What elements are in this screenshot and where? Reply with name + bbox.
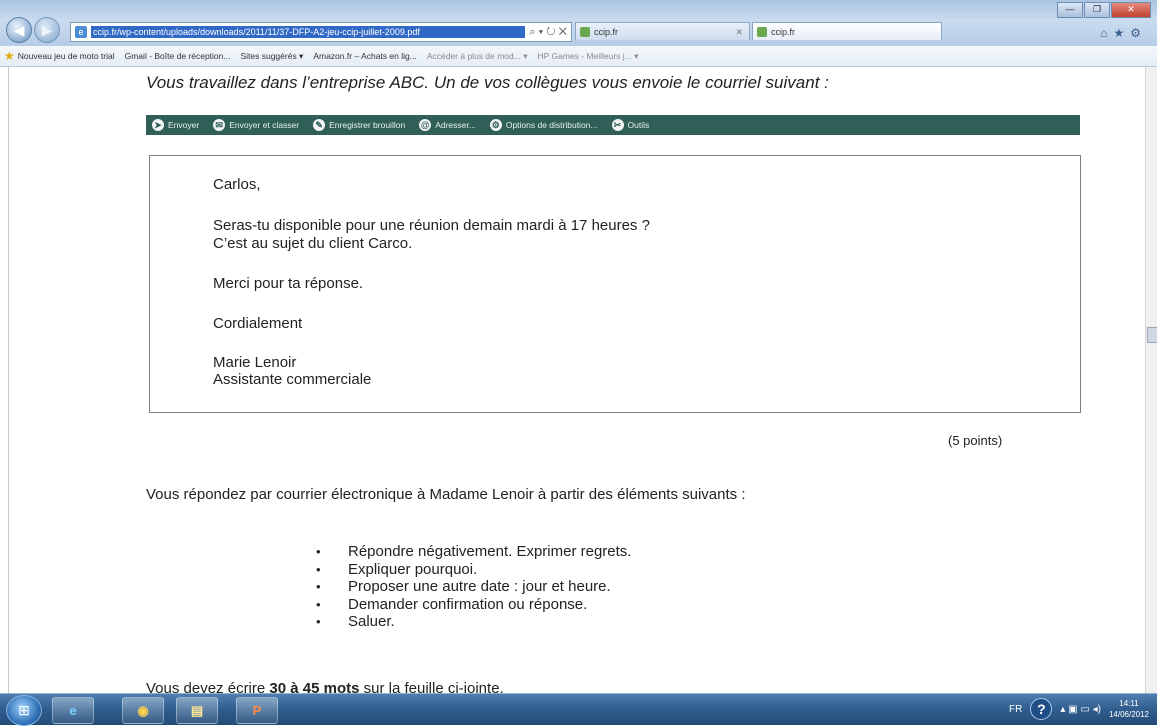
clock[interactable]: 14:11 14/06/2012 <box>1109 698 1149 720</box>
system-tray: FR ? ▴ ▣ ▭ ◂) 14:11 14/06/2012 <box>1009 698 1149 720</box>
intro-text: Vous travaillez dans l’entreprise ABC. U… <box>146 73 829 92</box>
maximize-button[interactable]: ❐ <box>1084 2 1110 18</box>
favorite-link[interactable]: Accéder à plus de mod... ▾ <box>427 51 528 62</box>
send-save-icon: ✉ <box>213 119 226 131</box>
tab-2[interactable]: ccip.fr <box>752 22 942 40</box>
chrome-icon[interactable]: ◉ <box>122 697 164 724</box>
minimize-button[interactable]: — <box>1057 2 1083 18</box>
email-message-box: Carlos, Seras-tu disponible pour une réu… <box>149 155 1081 413</box>
email-body-line: C’est au sujet du client Carco. <box>213 235 413 252</box>
browser-tool-icons: ⌂★⚙ <box>1100 26 1147 40</box>
list-item: • Expliquer pourquoi. <box>316 560 478 578</box>
file-explorer-icon[interactable]: ▤ <box>176 697 218 724</box>
favorite-link[interactable]: HP Games - Meilleurs j... ▾ <box>537 51 638 62</box>
mail-toolbar-image: ➤ Envoyer ✉ Envoyer et classer ✎ Enregistrer … <box>146 115 1080 135</box>
draft-icon: ✎ <box>313 119 326 131</box>
bullet-icon: • <box>316 614 321 629</box>
mail-toolbar-item: ✉ Envoyer et classer <box>213 119 299 131</box>
points-label: (5 points) <box>948 433 1003 448</box>
mail-toolbar-label: Options de distribution... <box>505 120 598 130</box>
internet-explorer-icon[interactable]: e <box>52 697 94 724</box>
address-bar[interactable]: e ccip.fr/wp-content/uploads/downloads/2… <box>70 22 572 42</box>
tab-label: ccip.fr <box>771 27 796 37</box>
favorite-link[interactable]: Amazon.fr – Achats en lig... <box>313 51 416 61</box>
mail-toolbar-item: ⚙ Options de distribution... <box>489 119 598 131</box>
forward-button[interactable]: ▶ <box>34 17 60 43</box>
address-tools[interactable]: ⌕ ▾ ↻ ✕ <box>525 26 571 39</box>
favorite-link[interactable]: Gmail - Boîte de réception... <box>125 51 231 61</box>
navigation-buttons: ◀ ▶ <box>6 17 62 43</box>
email-thanks: Merci pour ta réponse. <box>213 275 364 292</box>
mail-toolbar-item: ✎ Enregistrer brouillon <box>313 119 405 131</box>
email-sender-name: Marie Lenoir <box>213 354 297 371</box>
back-button[interactable]: ◀ <box>6 17 32 43</box>
scrollbar-thumb[interactable] <box>1147 327 1157 343</box>
language-indicator[interactable]: FR <box>1009 704 1022 715</box>
word-count-instruction: Vous devez écrire 30 à 45 mots sur la fe… <box>146 680 504 693</box>
page-edge <box>8 67 9 693</box>
powerpoint-icon[interactable]: P <box>236 697 278 724</box>
email-sender-title: Assistante commerciale <box>213 371 372 388</box>
tab-label: ccip.fr <box>594 27 619 37</box>
options-icon: ⚙ <box>489 119 502 131</box>
mail-toolbar-item: ✂ Outils <box>611 119 650 131</box>
mail-toolbar-label: Outils <box>627 120 650 130</box>
email-body-line: Seras-tu disponible pour une réunion dem… <box>213 217 650 234</box>
send-icon: ➤ <box>152 119 164 131</box>
url-input[interactable]: ccip.fr/wp-content/uploads/downloads/201… <box>91 26 526 38</box>
tab-favicon-icon <box>757 27 767 37</box>
mail-toolbar-item: ➤ Envoyer <box>152 119 199 131</box>
page-icon: e <box>75 26 87 38</box>
address-icon: @ <box>419 119 432 131</box>
tools-icon: ✂ <box>611 119 624 131</box>
mail-toolbar-label: Adresser... <box>435 120 476 130</box>
mail-toolbar-item: @ Adresser... <box>419 119 476 131</box>
tab-1[interactable]: ccip.fr ✕ <box>575 22 750 40</box>
favorites-bar: ★ Nouveau jeu de moto trial Gmail - Boît… <box>0 46 1157 67</box>
word-count-emphasis: 30 à 45 mots <box>269 680 360 693</box>
windows-taskbar: ⊞ e ◉ ▤ P FR ? ▴ ▣ ▭ ◂) 14:11 14/06/2012 <box>0 693 1157 726</box>
mail-toolbar-label: Envoyer et classer <box>229 120 300 130</box>
start-button[interactable]: ⊞ <box>6 695 42 726</box>
close-window-button[interactable]: ✕ <box>1111 2 1151 18</box>
mail-toolbar-label: Enregistrer brouillon <box>329 120 406 130</box>
clock-time: 14:11 <box>1119 699 1139 708</box>
instruction-text: Vous répondez par courrier électronique … <box>146 486 746 503</box>
list-item: • Répondre négativement. Exprimer regrets… <box>316 543 632 560</box>
browser-title-bar: — ❐ ✕ ◀ ▶ e ccip.fr/wp-content/uploads/d… <box>0 0 1157 46</box>
favorites-icon[interactable]: ★ <box>1113 26 1130 40</box>
bullet-icon: • <box>316 561 321 577</box>
bullet-icon: • <box>316 596 321 612</box>
window-controls: — ❐ ✕ <box>1057 2 1151 18</box>
list-item: • Saluer. <box>316 613 395 630</box>
email-closing: Cordialement <box>213 315 303 332</box>
tab-close-icon[interactable]: ✕ <box>735 23 743 41</box>
list-item: • Demander confirmation ou réponse. <box>316 595 588 613</box>
list-item: • Proposer une autre date : jour et heure… <box>316 578 611 595</box>
vertical-scrollbar[interactable] <box>1145 67 1157 693</box>
bullet-icon: • <box>316 579 321 594</box>
mail-toolbar-label: Envoyer <box>168 120 200 130</box>
favorites-star-icon[interactable]: ★ <box>4 49 15 63</box>
email-greeting: Carlos, <box>213 176 261 193</box>
clock-date: 14/06/2012 <box>1108 710 1149 719</box>
settings-gear-icon[interactable]: ⚙ <box>1130 26 1147 40</box>
favorite-link[interactable]: Nouveau jeu de moto trial <box>18 51 115 61</box>
favorite-link[interactable]: Sites suggérés ▾ <box>240 51 303 62</box>
task-list: • Répondre négativement. Exprimer regrets… <box>316 543 631 631</box>
tray-icons[interactable]: ▴ ▣ ▭ ◂) <box>1060 704 1101 715</box>
bullet-icon: • <box>316 544 321 559</box>
tab-favicon-icon <box>580 27 590 37</box>
home-icon[interactable]: ⌂ <box>1100 26 1113 40</box>
pdf-page: Vous travaillez dans l’entreprise ABC. U… <box>0 67 1145 693</box>
help-icon[interactable]: ? <box>1030 698 1053 720</box>
